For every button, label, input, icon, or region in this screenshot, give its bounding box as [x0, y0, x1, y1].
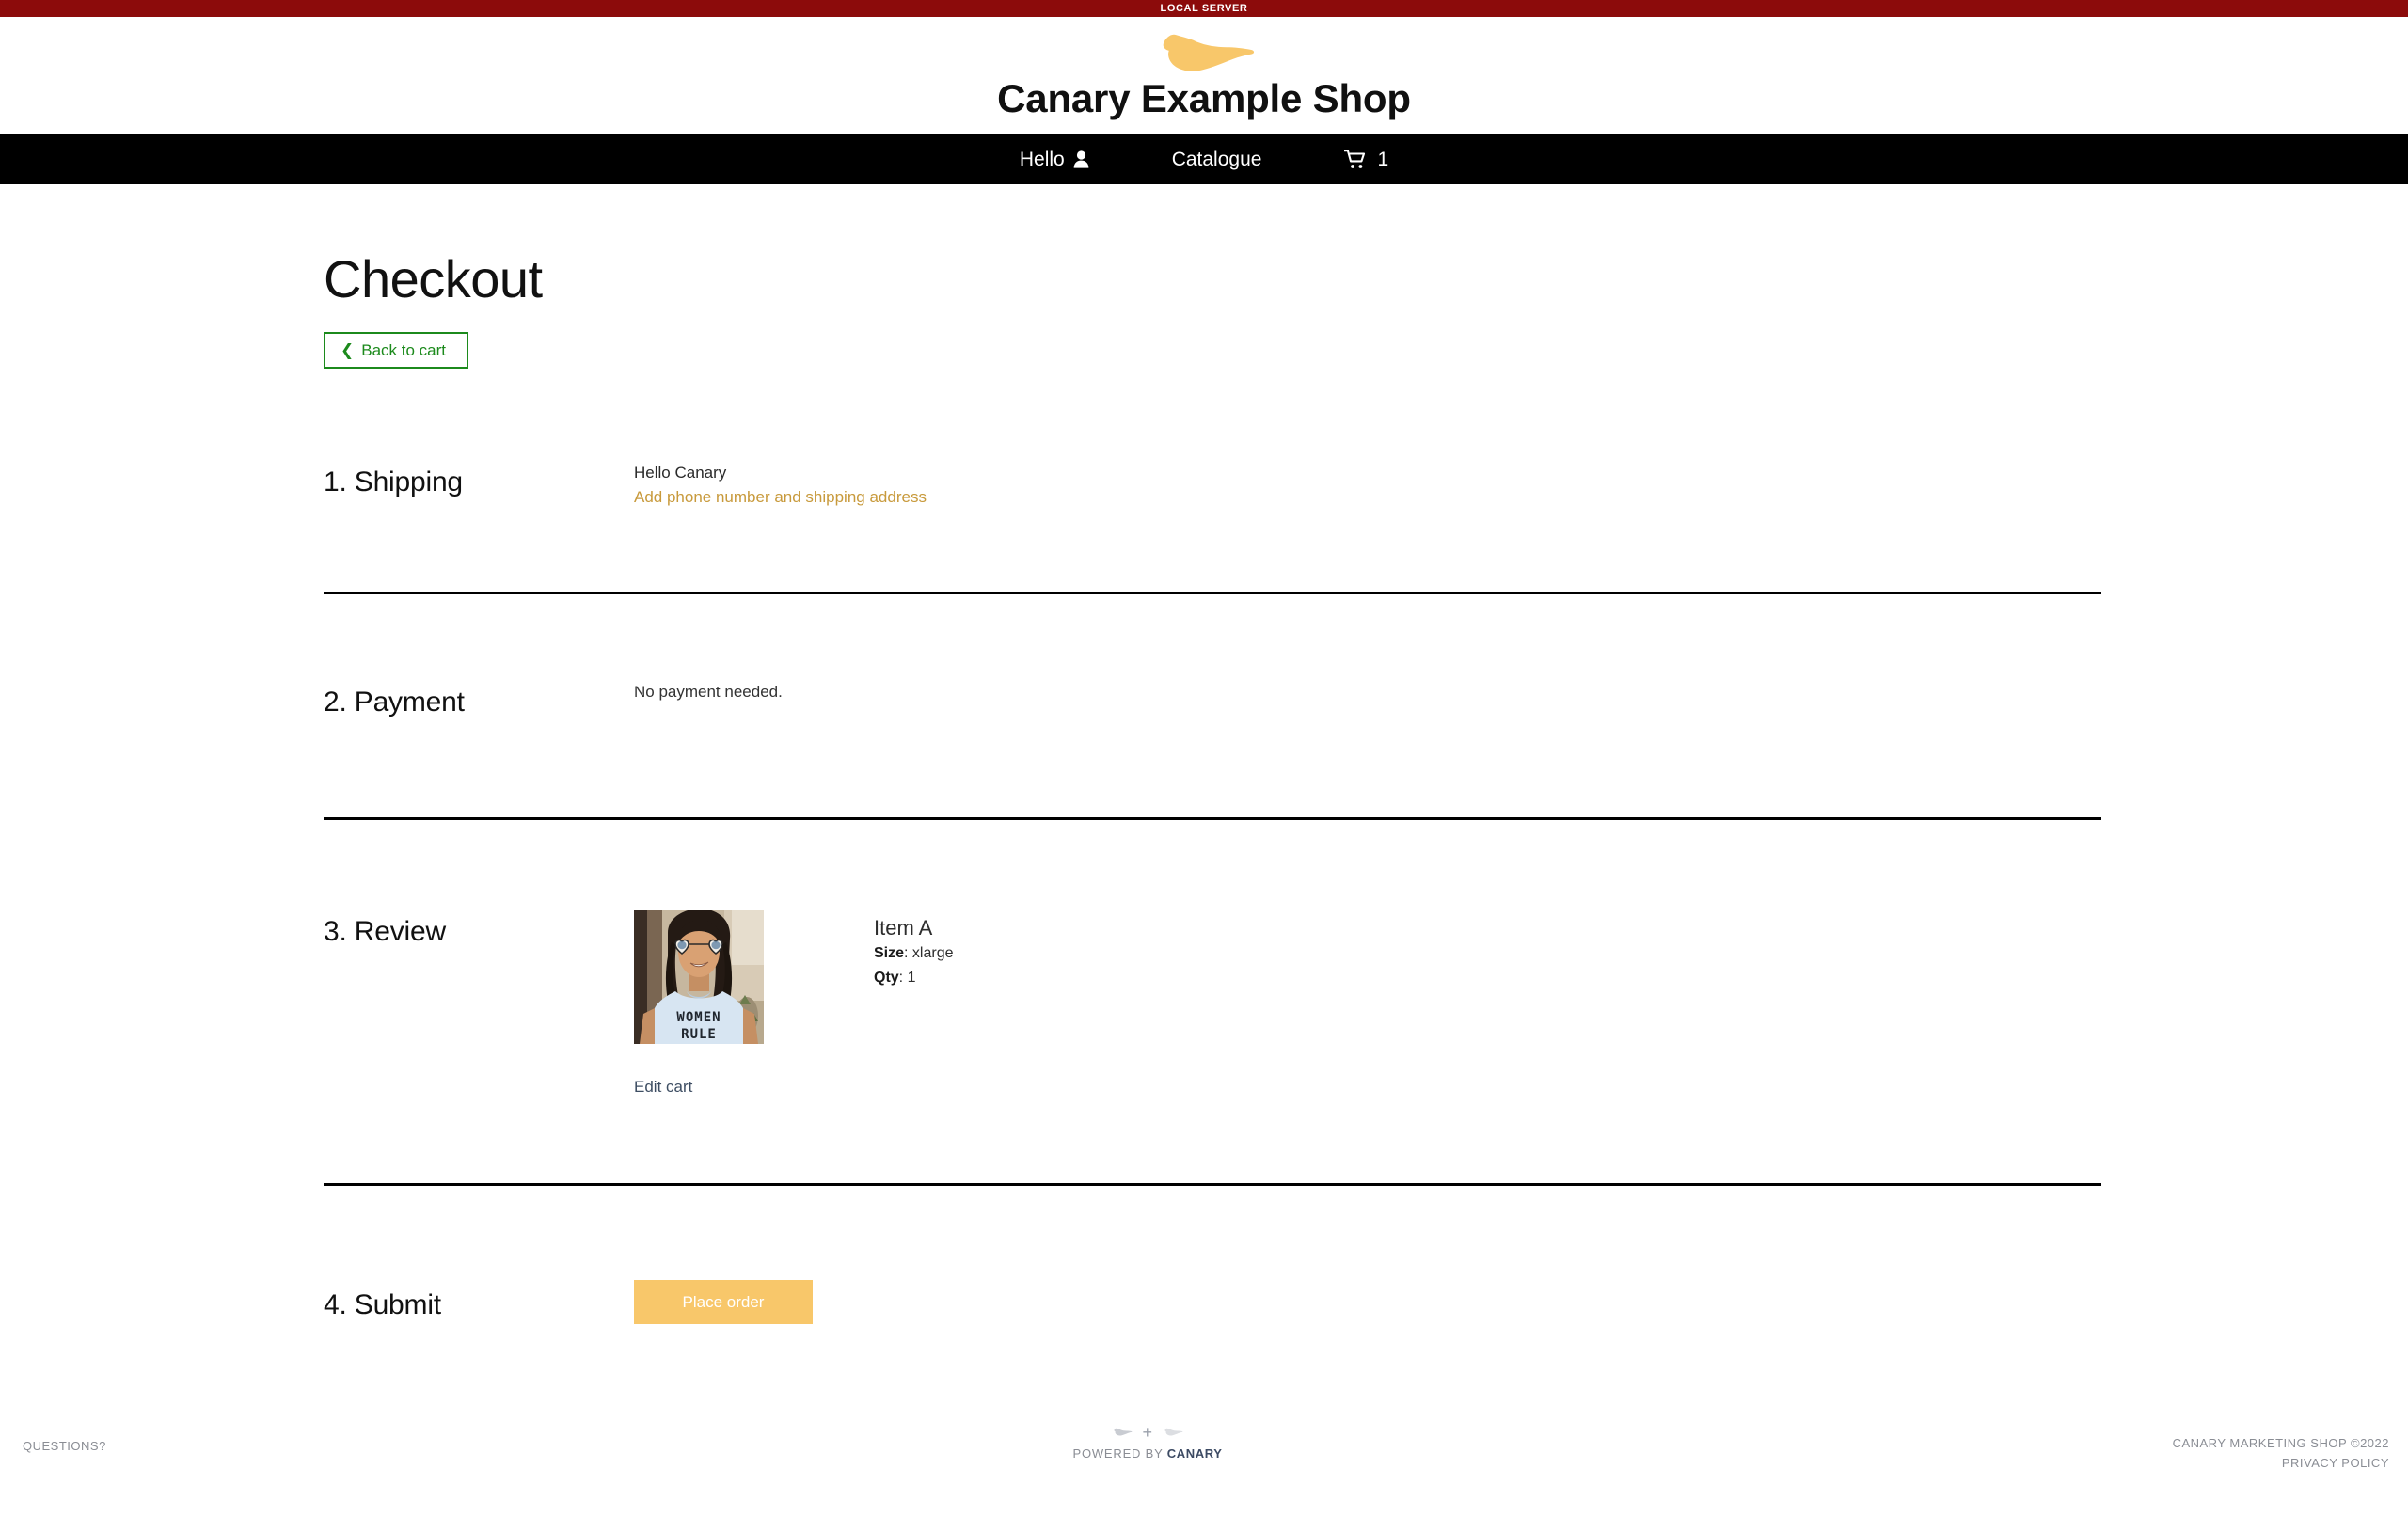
section-review-body: WOMEN RULE Edit cart Item A Size: xlarge…	[634, 909, 2098, 1097]
section-divider	[324, 1182, 2101, 1186]
powered-by-prefix: POWERED BY	[1072, 1446, 1164, 1461]
product-thumbnail-image[interactable]: WOMEN RULE	[634, 909, 764, 1044]
environment-banner-label: LOCAL SERVER	[1160, 3, 1248, 14]
add-shipping-address-link[interactable]: Add phone number and shipping address	[634, 485, 927, 510]
nav-item-hello[interactable]: Hello	[1020, 150, 1089, 169]
footer-legal: CANARY MARKETING SHOP ©2022 PRIVACY POLI…	[2173, 1433, 2389, 1474]
back-to-cart-label: Back to cart	[361, 340, 447, 359]
section-review-heading: 3. Review	[324, 915, 446, 947]
powered-by-brand: CANARY	[1166, 1446, 1223, 1461]
footer-branding: + POWERED BY CANARY	[0, 1424, 2352, 1461]
section-payment-body: No payment needed.	[634, 683, 2098, 702]
checkout-page: Checkout ❮ Back to cart 1. Shipping Hell…	[0, 184, 2408, 1324]
review-product-media: WOMEN RULE Edit cart	[634, 909, 874, 1097]
section-divider	[324, 816, 2101, 820]
product-qty: Qty: 1	[874, 970, 916, 987]
product-size-label: Size	[874, 945, 905, 962]
svg-text:WOMEN: WOMEN	[676, 1010, 721, 1025]
svg-text:RULE: RULE	[681, 1027, 717, 1042]
product-name: Item A	[874, 915, 933, 940]
plus-icon: +	[1142, 1423, 1153, 1442]
section-divider	[324, 591, 2101, 594]
shipping-greeting: Hello Canary	[634, 463, 727, 482]
user-icon	[1073, 150, 1089, 168]
section-submit: 4. Submit Place order	[324, 1279, 2098, 1324]
section-shipping-body: Hello Canary Add phone number and shippi…	[634, 461, 2098, 511]
payment-note: No payment needed.	[634, 682, 783, 701]
section-review: 3. Review WOMEN RULE Edit cart Item A Si…	[324, 909, 2098, 1097]
privacy-policy-link[interactable]: PRIVACY POLICY	[2173, 1453, 2389, 1473]
section-payment: 2. Payment No payment needed.	[324, 683, 2098, 718]
nav-item-catalogue[interactable]: Catalogue	[1172, 150, 1262, 169]
section-shipping-heading: 1. Shipping	[324, 466, 463, 497]
product-qty-value: 1	[907, 970, 916, 987]
canary-bird-icon-right	[1163, 1426, 1183, 1440]
nav-item-hello-label: Hello	[1019, 148, 1065, 170]
page-brand-title: Canary Example Shop	[997, 76, 1411, 120]
product-size-value: xlarge	[911, 945, 954, 962]
canary-bird-icon	[1151, 24, 1257, 75]
review-product-info: Item A Size: xlarge Qty: 1	[874, 910, 953, 991]
nav-item-cart[interactable]: 1	[1344, 150, 1388, 169]
canary-bird-icon-left	[1112, 1426, 1133, 1440]
place-order-button[interactable]: Place order	[634, 1279, 813, 1324]
edit-cart-link[interactable]: Edit cart	[634, 1078, 692, 1097]
product-qty-label: Qty	[874, 970, 899, 987]
product-size: Size: xlarge	[874, 945, 954, 962]
cart-item-count: 1	[1377, 148, 1389, 170]
chevron-left-icon: ❮	[341, 340, 355, 359]
section-shipping: 1. Shipping Hello Canary Add phone numbe…	[324, 461, 2098, 511]
shopping-cart-icon	[1344, 149, 1367, 169]
site-header: Canary Example Shop	[0, 17, 2408, 134]
back-to-cart-button[interactable]: ❮ Back to cart	[324, 331, 469, 369]
section-submit-heading: 4. Submit	[324, 1288, 441, 1320]
copyright-text: CANARY MARKETING SHOP ©2022	[2172, 1436, 2389, 1450]
main-navigation: Hello Catalogue 1	[0, 134, 2408, 185]
page-title: Checkout	[324, 249, 543, 309]
nav-item-catalogue-label: Catalogue	[1171, 148, 1262, 170]
section-payment-heading: 2. Payment	[324, 686, 465, 718]
section-submit-body: Place order	[634, 1279, 2098, 1324]
powered-by-text: POWERED BY CANARY	[1072, 1446, 1222, 1461]
footer-bird-logos: +	[1112, 1424, 1182, 1441]
environment-banner: LOCAL SERVER	[0, 0, 2408, 17]
site-footer: QUESTIONS? + POWERED BY CANARY CANARY MA…	[0, 1414, 2408, 1490]
